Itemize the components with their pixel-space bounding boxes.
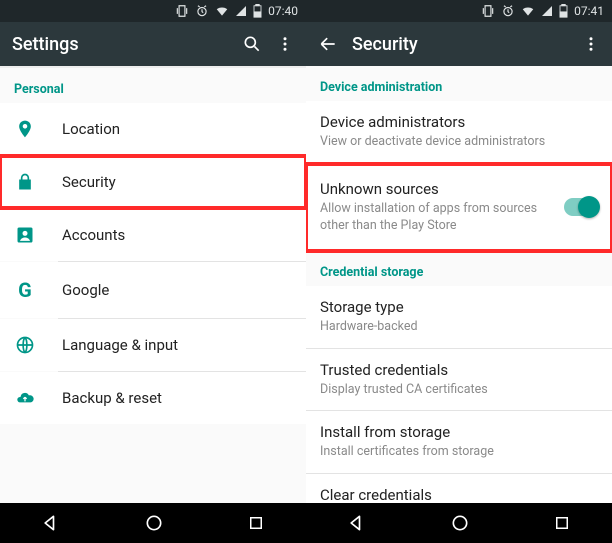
overflow-icon[interactable] [582, 35, 600, 53]
status-time: 07:40 [268, 4, 298, 18]
item-label: Accounts [62, 226, 125, 244]
item-title: Install from storage [320, 423, 598, 441]
vibrate-icon [481, 4, 495, 18]
security-item-install-from-storage[interactable]: Install from storage Install certificate… [306, 411, 612, 473]
vibrate-icon [175, 4, 189, 18]
item-subtitle: View or deactivate device administrators [320, 134, 598, 151]
alarm-icon [501, 4, 515, 18]
item-label: Security [62, 173, 116, 191]
dual-screenshot: 07:40 Settings Personal Location Securit… [0, 0, 612, 543]
status-time: 07:41 [574, 4, 604, 18]
section-header-device-admin: Device administration [306, 66, 612, 101]
nav-back-icon[interactable] [41, 513, 61, 533]
alarm-icon [195, 4, 209, 18]
settings-item-security[interactable]: Security [0, 156, 306, 208]
app-bar: Settings [0, 22, 306, 66]
google-icon: G [14, 278, 36, 302]
overflow-icon[interactable] [276, 35, 294, 53]
nav-bar [0, 503, 306, 543]
security-item-clear-credentials[interactable]: Clear credentials [306, 474, 612, 503]
account-icon [14, 225, 36, 245]
phone-left: 07:40 Settings Personal Location Securit… [0, 0, 306, 543]
settings-item-google[interactable]: G Google [0, 262, 306, 318]
item-label: Language & input [62, 336, 178, 354]
item-subtitle: Hardware-backed [320, 319, 598, 336]
appbar-title: Security [352, 34, 568, 55]
backup-icon [14, 388, 36, 408]
security-item-storage-type[interactable]: Storage type Hardware-backed [306, 286, 612, 348]
item-subtitle: Display trusted CA certificates [320, 382, 598, 399]
app-bar: Security [306, 22, 612, 66]
signal-icon [541, 5, 553, 17]
nav-recent-icon[interactable] [247, 514, 265, 532]
nav-home-icon[interactable] [144, 513, 164, 533]
item-subtitle: Allow installation of apps from sources … [320, 201, 564, 235]
security-item-device-admins[interactable]: Device administrators View or deactivate… [306, 101, 612, 163]
section-header-personal: Personal [0, 68, 306, 103]
item-title: Storage type [320, 298, 598, 316]
item-subtitle: Install certificates from storage [320, 444, 598, 461]
item-label: Backup & reset [62, 389, 162, 407]
battery-icon [253, 4, 262, 18]
nav-home-icon[interactable] [450, 513, 470, 533]
appbar-title: Settings [12, 34, 228, 55]
back-arrow-icon[interactable] [318, 34, 338, 54]
security-item-unknown-sources[interactable]: Unknown sources Allow installation of ap… [306, 164, 612, 251]
item-title: Trusted credentials [320, 361, 598, 379]
settings-item-accounts[interactable]: Accounts [0, 209, 306, 261]
signal-icon [235, 5, 247, 17]
nav-recent-icon[interactable] [553, 514, 571, 532]
item-label: Location [62, 120, 120, 138]
settings-content: Personal Location Security Accounts G Go… [0, 66, 306, 503]
toggle-switch[interactable] [564, 198, 598, 216]
security-content: Device administration Device administrat… [306, 66, 612, 503]
search-icon[interactable] [242, 34, 262, 54]
settings-item-language[interactable]: Language & input [0, 319, 306, 371]
settings-item-backup[interactable]: Backup & reset [0, 372, 306, 424]
wifi-icon [521, 4, 535, 18]
location-icon [14, 119, 36, 139]
security-item-trusted-credentials[interactable]: Trusted credentials Display trusted CA c… [306, 349, 612, 411]
status-bar: 07:40 [0, 0, 306, 22]
phone-right: 07:41 Security Device administration Dev… [306, 0, 612, 543]
item-title: Unknown sources [320, 180, 564, 198]
item-title: Clear credentials [320, 486, 598, 503]
settings-item-location[interactable]: Location [0, 103, 306, 155]
battery-icon [559, 4, 568, 18]
item-label: Google [62, 281, 109, 299]
globe-icon [14, 335, 36, 355]
section-header-cred-storage: Credential storage [306, 251, 612, 286]
item-title: Device administrators [320, 113, 598, 131]
nav-back-icon[interactable] [347, 513, 367, 533]
status-bar: 07:41 [306, 0, 612, 22]
wifi-icon [215, 4, 229, 18]
lock-icon [14, 172, 36, 192]
nav-bar [306, 503, 612, 543]
